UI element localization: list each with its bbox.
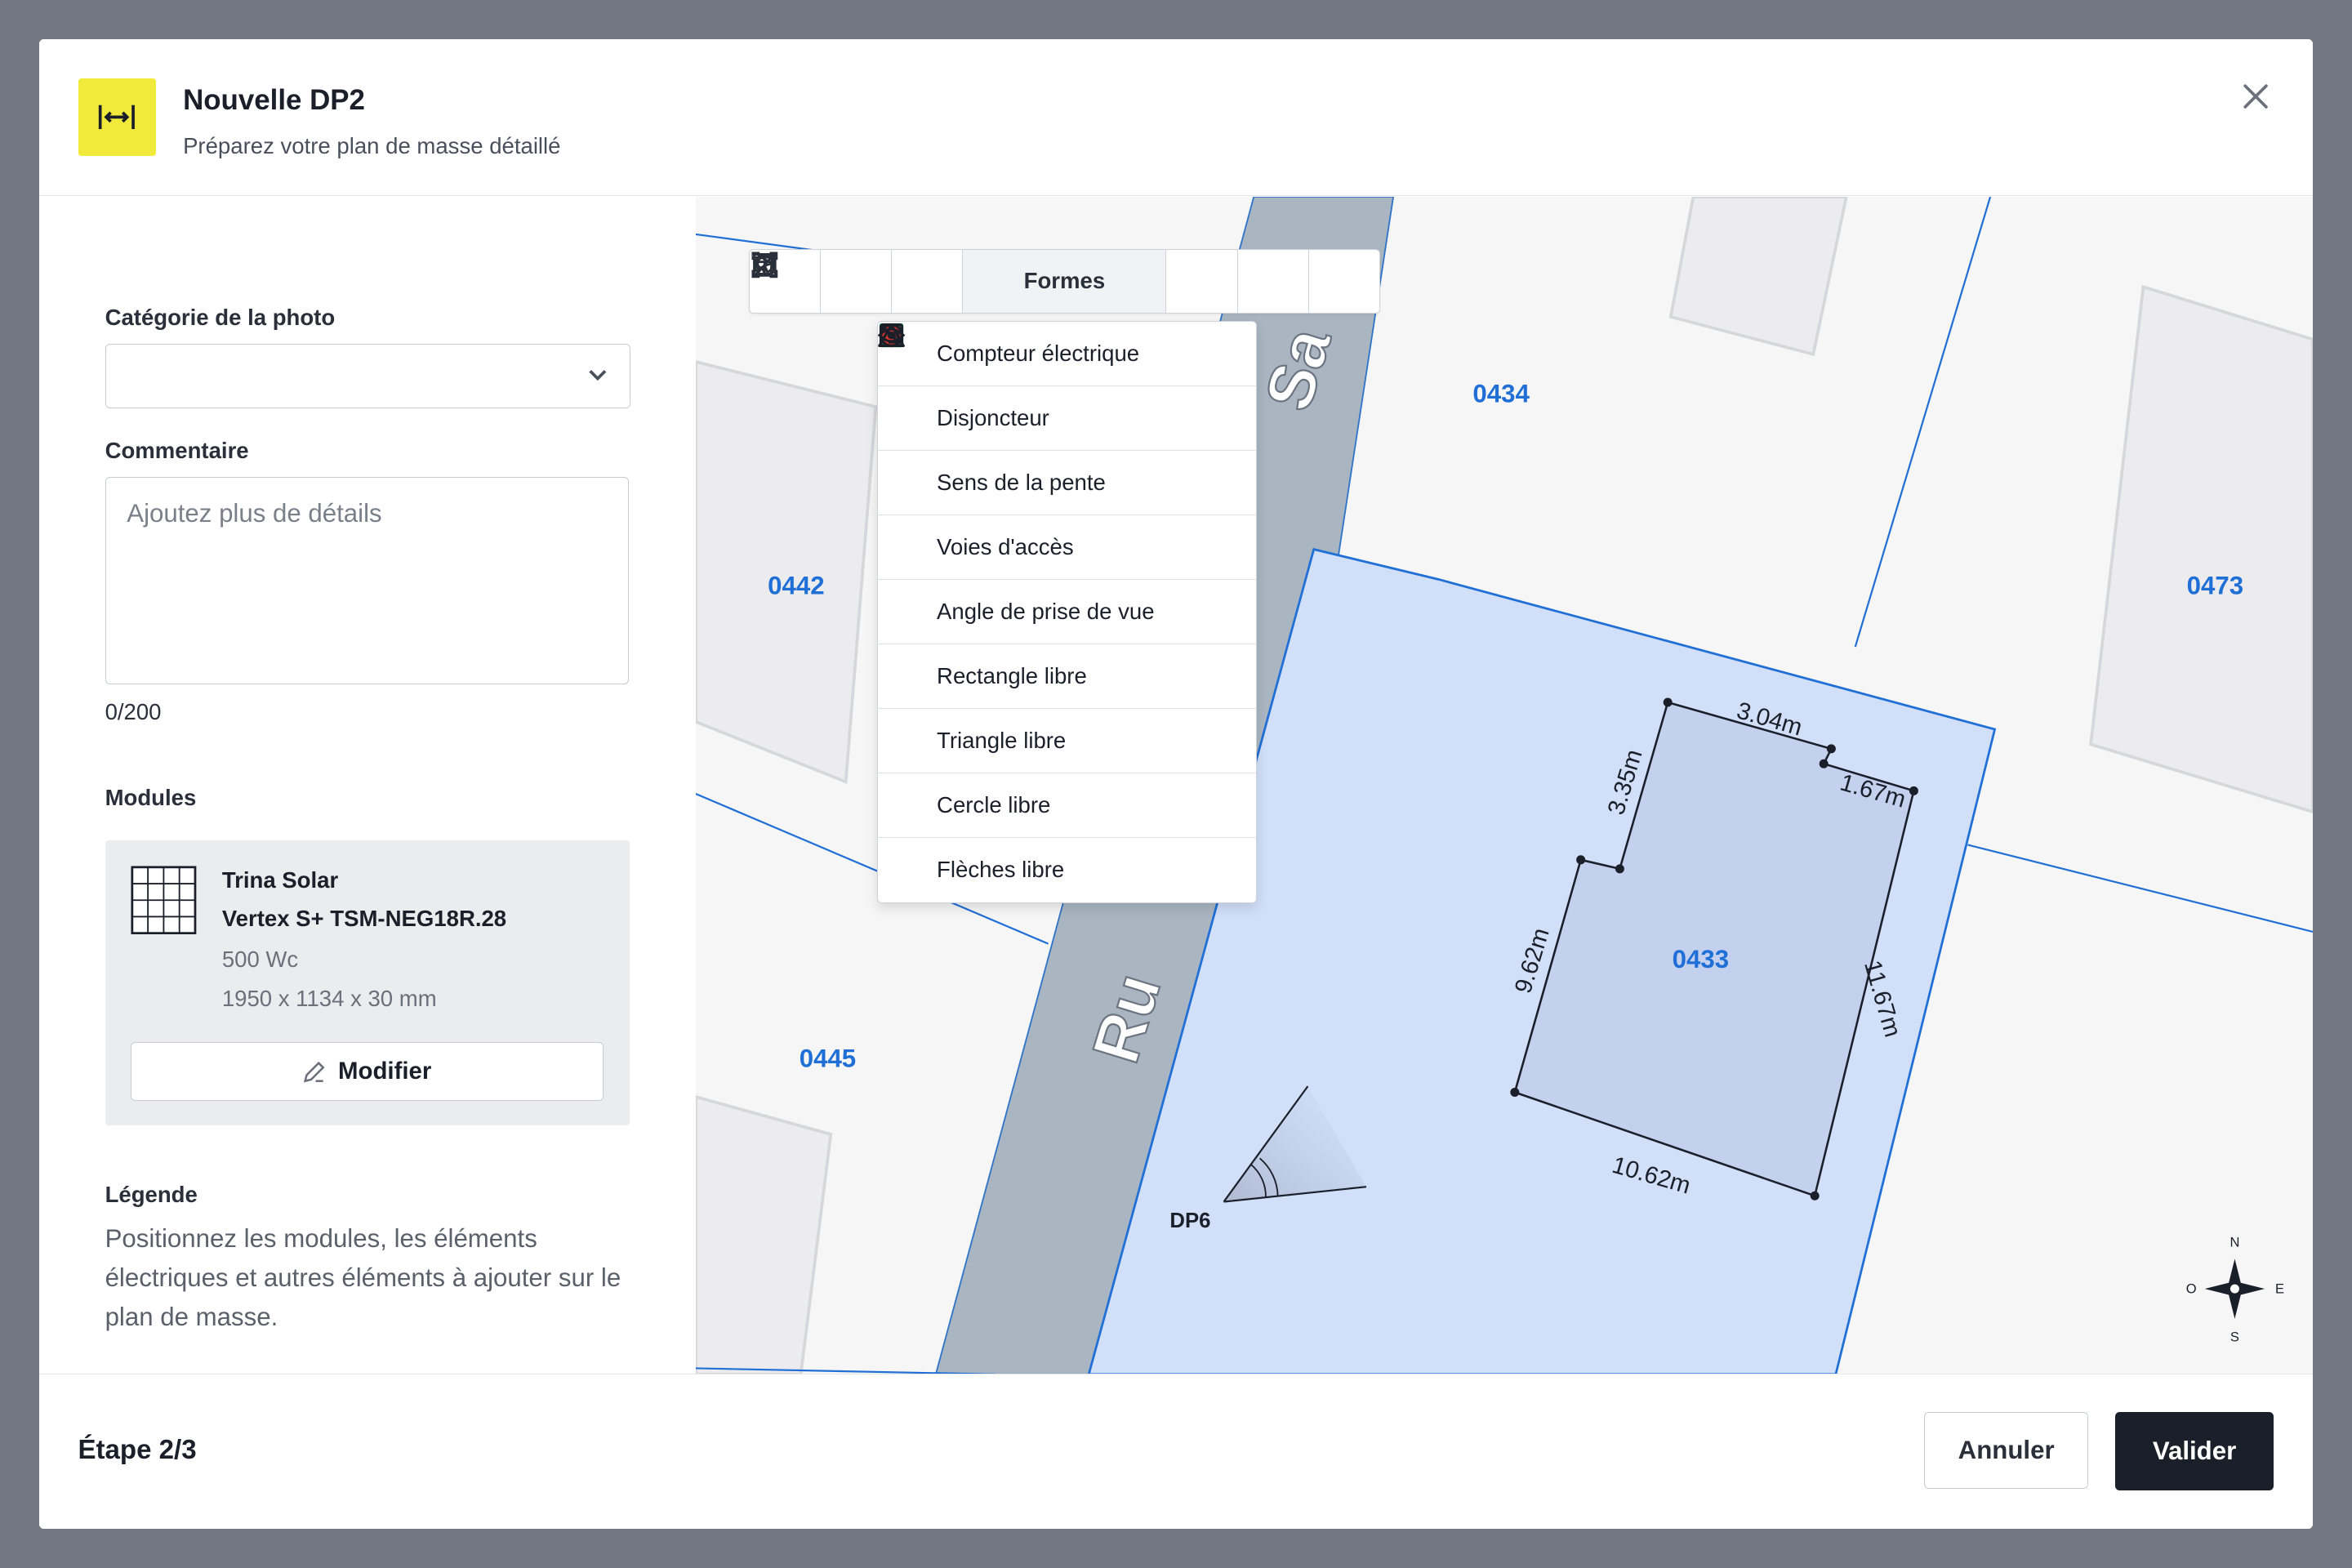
- comment-counter: 0/200: [105, 698, 162, 724]
- red-circle-icon: [880, 323, 923, 431]
- menu-item-label: Sens de la pente: [937, 469, 1106, 495]
- line-tool-button[interactable]: [754, 249, 964, 314]
- legend-label: Légende: [105, 1182, 198, 1208]
- compass-w: O: [2186, 1281, 2197, 1296]
- parcel-0445: 0445: [800, 1044, 856, 1072]
- menu-item-rectangle-libre[interactable]: Rectangle libre: [878, 323, 1257, 709]
- parcel-0434: 0434: [1473, 379, 1530, 408]
- circle-outline-icon: [880, 323, 923, 818]
- menu-item-fleches-libre[interactable]: Flèches libre: [878, 327, 1256, 902]
- legend-text: Positionnez les modules, les éléments él…: [105, 1224, 621, 1331]
- transform-tool-button[interactable]: [751, 249, 893, 314]
- cancel-button[interactable]: Annuler: [1924, 1412, 2088, 1490]
- square-outline-icon: [880, 323, 923, 689]
- compass-e: E: [2275, 1281, 2284, 1296]
- menu-item-compteur-electrique[interactable]: Compteur électrique: [878, 322, 1257, 386]
- module-dimensions: 1950 x 1134 x 30 mm: [221, 985, 437, 1011]
- horizontal-measure-icon: [78, 78, 156, 156]
- parcel-0442: 0442: [768, 571, 824, 599]
- menu-item-label: Cercle libre: [937, 791, 1051, 817]
- module-model: Vertex S+ TSM-NEG18R.28: [221, 906, 507, 932]
- modules-label: Modules: [105, 784, 197, 810]
- compass-n: N: [2230, 1234, 2240, 1250]
- triangle-outline-icon: [878, 323, 923, 754]
- dp2-modal: Nouvelle DP2 Préparez votre plan de mass…: [38, 38, 2314, 1529]
- compass-icon: N E S O: [2186, 1234, 2284, 1344]
- parcel-0473: 0473: [2187, 571, 2243, 599]
- undo-button[interactable]: [752, 249, 1310, 314]
- menu-item-label: Rectangle libre: [937, 662, 1087, 688]
- menu-item-angle-prise-de-vue[interactable]: Angle de prise de vue: [878, 327, 1257, 644]
- photo-category-select[interactable]: [105, 343, 630, 408]
- shapes-menu: Compteur électrique Disjoncteur Sens de …: [877, 321, 1258, 903]
- menu-item-sens-de-la-pente[interactable]: Sens de la pente: [878, 327, 1257, 515]
- viewpoint-label: DP6: [1170, 1209, 1211, 1232]
- module-card: Trina Solar Vertex S+ TSM-NEG18R.28 500 …: [105, 840, 630, 1125]
- menu-item-disjoncteur[interactable]: Disjoncteur: [878, 323, 1257, 451]
- map-canvas[interactable]: Ru Sa 3.04m 1.67m 3.35m 9.62m 11.67m 10.…: [696, 196, 2314, 1374]
- left-panel: Catégorie de la photo Commentaire 0/200 …: [38, 196, 697, 1374]
- module-power: 500 Wc: [221, 946, 299, 972]
- arrow-down-right-icon: [883, 327, 923, 884]
- menu-item-label: Angle de prise de vue: [937, 598, 1155, 624]
- menu-item-voies-acces[interactable]: Voies d'accès: [878, 326, 1257, 580]
- drawing-toolbar: Formes: [748, 248, 1381, 314]
- comment-field[interactable]: [105, 477, 629, 684]
- menu-item-label: Disjoncteur: [937, 404, 1049, 430]
- menu-item-label: Compteur électrique: [937, 341, 1140, 367]
- trash-icon: [754, 252, 775, 277]
- menu-item-triangle-libre[interactable]: Triangle libre: [878, 323, 1257, 773]
- text-tool-button[interactable]: [752, 249, 1238, 314]
- modal-footer: Étape 2/3 Annuler Valider: [38, 1374, 2314, 1528]
- eye-icon: [878, 327, 923, 625]
- confirm-button[interactable]: Valider: [2114, 1412, 2274, 1490]
- pencil-icon: [303, 1061, 325, 1083]
- shapes-dropdown-button[interactable]: Formes: [751, 249, 1167, 314]
- comment-label: Commentaire: [105, 438, 249, 464]
- photo-category-label: Catégorie de la photo: [105, 304, 336, 330]
- modal-header: Nouvelle DP2 Préparez votre plan de mass…: [38, 39, 2314, 196]
- edit-module-label: Modifier: [338, 1058, 432, 1085]
- menu-item-label: Voies d'accès: [937, 533, 1074, 559]
- parcel-0433: 0433: [1673, 945, 1729, 973]
- shapes-label: Formes: [1023, 268, 1106, 294]
- modal-title: Nouvelle DP2: [183, 83, 365, 116]
- compass-s: S: [2230, 1329, 2239, 1344]
- menu-item-label: Flèches libre: [937, 857, 1065, 883]
- solar-panel-icon: [131, 866, 197, 934]
- menu-item-cercle-libre[interactable]: Cercle libre: [878, 323, 1257, 838]
- dotted-line-icon: [880, 326, 923, 560]
- menu-item-label: Triangle libre: [937, 727, 1067, 753]
- modal-subtitle: Préparez votre plan de masse détaillé: [183, 133, 561, 159]
- step-indicator: Étape 2/3: [78, 1434, 197, 1465]
- delete-button[interactable]: [754, 250, 1379, 313]
- module-brand: Trina Solar: [221, 866, 339, 893]
- edit-module-button[interactable]: Modifier: [130, 1042, 604, 1102]
- orange-arrow-icon: [883, 327, 923, 496]
- close-icon[interactable]: [2238, 78, 2274, 114]
- chevron-down-icon: [589, 370, 607, 381]
